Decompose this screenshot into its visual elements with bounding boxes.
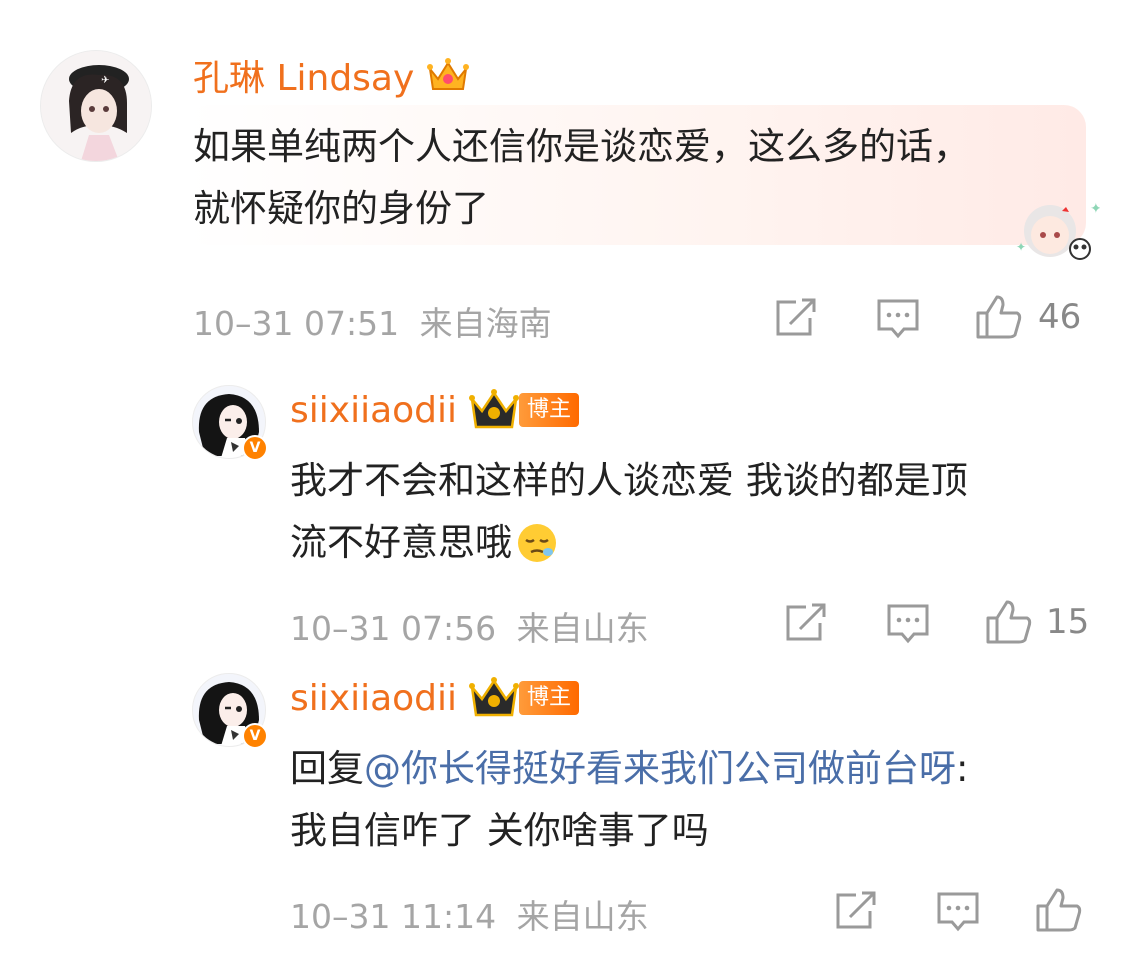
timestamp: 10–31 11:14 (290, 897, 497, 936)
verified-badge: V (242, 723, 268, 749)
username[interactable]: siixiiaodii (290, 678, 457, 719)
mention-link[interactable]: @你长得挺好看来我们公司做前台呀 (364, 747, 956, 790)
owner-tag: 博主 (519, 681, 580, 715)
comment-icon[interactable] (936, 891, 980, 933)
comment-text-line: 我自信咋了 关你啥事了吗 (290, 809, 709, 852)
like-icon[interactable] (1035, 886, 1083, 934)
reply-line: 回复@你长得挺好看来我们公司做前台呀: (290, 738, 1110, 800)
repost-icon[interactable] (834, 891, 878, 931)
comment-text: 回复@你长得挺好看来我们公司做前台呀: 我自信咋了 关你啥事了吗 (290, 738, 1110, 862)
comment-3: V siixiiaodii 博主 回复@你长得挺好看来我们公司做前台呀: 我自信… (0, 0, 1125, 964)
comment-meta: 10–31 11:14 来自山东 (290, 890, 649, 938)
reply-colon: : (956, 747, 969, 790)
black-crown-icon (469, 677, 520, 717)
reply-prefix: 回复 (290, 747, 364, 790)
location: 来自山东 (516, 897, 649, 936)
